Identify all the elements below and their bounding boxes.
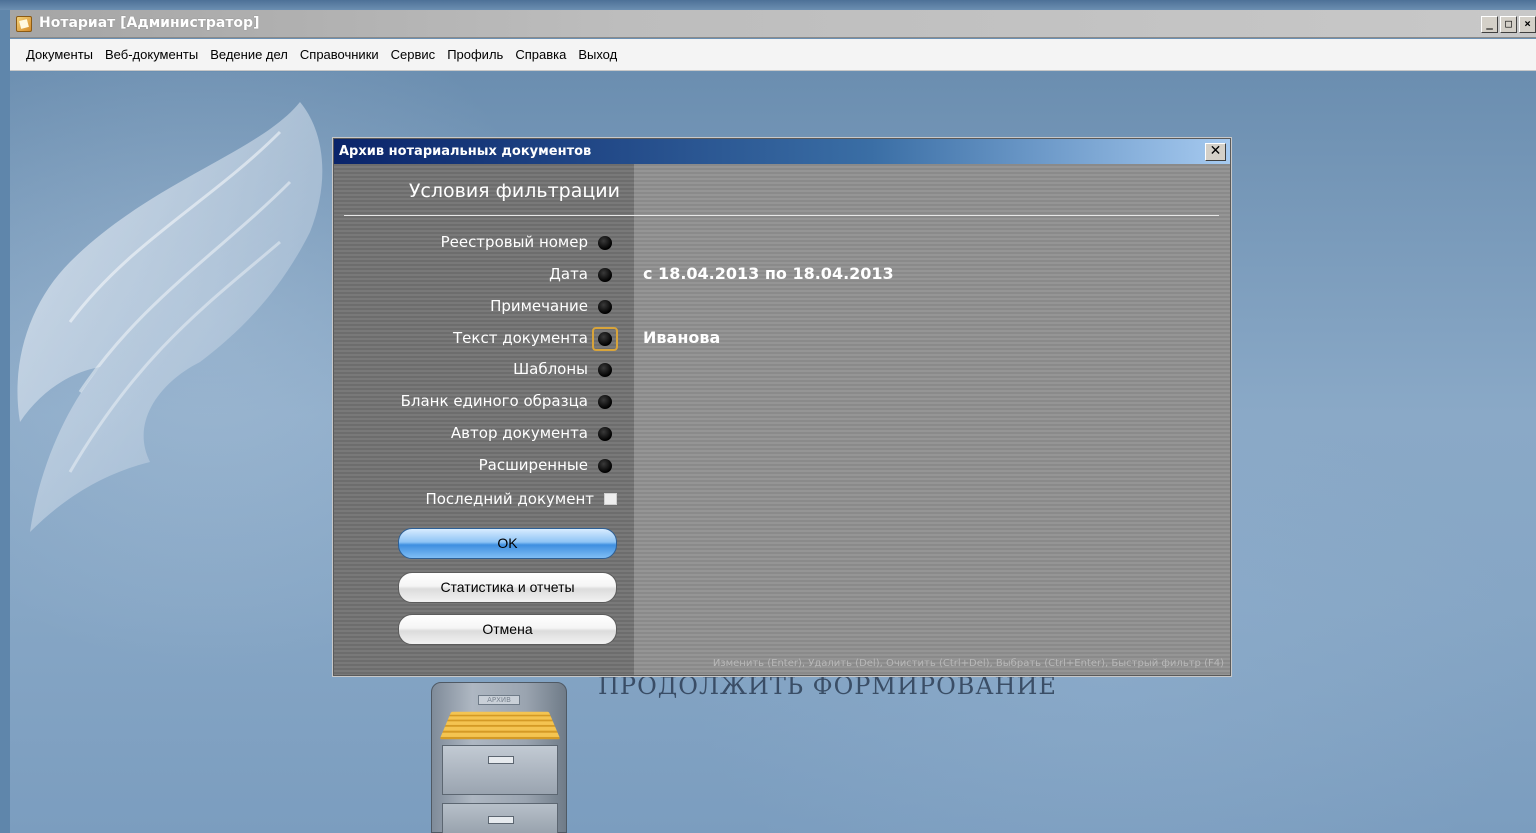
title-bar[interactable]: Нотариат [Администратор] _ □ × [10, 10, 1536, 38]
field-label: Реестровый номер [440, 233, 588, 251]
menu-web-documents[interactable]: Веб-документы [99, 44, 204, 66]
field-indicator-dot[interactable] [598, 427, 612, 441]
filter-row-templates[interactable]: Шаблоны [334, 357, 634, 383]
menu-profile[interactable]: Профиль [441, 44, 509, 66]
angel-wing-graphic [17, 102, 323, 532]
app-icon [16, 16, 32, 32]
window-controls: _ □ × [1481, 16, 1536, 34]
field-indicator-dot[interactable] [598, 236, 612, 250]
continue-caption[interactable]: ПРОДОЛЖИТЬ ФОРМИРОВАНИЕ [598, 672, 1057, 700]
cancel-button[interactable]: Отмена [398, 614, 617, 645]
filter-row-note[interactable]: Примечание [334, 294, 634, 320]
filter-heading: Условия фильтрации [408, 180, 620, 202]
dialog-title: Архив нотариальных документов [339, 144, 592, 159]
menu-case-management[interactable]: Ведение дел [204, 44, 294, 66]
field-label: Дата [549, 265, 588, 283]
last-document-checkbox[interactable] [604, 493, 617, 505]
filter-row-registry-number[interactable]: Реестровый номер [334, 230, 634, 256]
field-value[interactable]: с 18.04.2013 по 18.04.2013 [643, 264, 894, 283]
field-label: Примечание [490, 297, 588, 315]
field-label: Автор документа [450, 424, 588, 442]
dialog-body: Условия фильтрации Реестровый номер Дата… [334, 164, 1230, 675]
field-value[interactable]: Иванова [643, 328, 720, 347]
filter-row-uniform-form[interactable]: Бланк единого образца [334, 389, 634, 415]
heading-divider [344, 215, 1219, 216]
field-label: Шаблоны [513, 360, 588, 378]
field-indicator-dot-focused[interactable] [592, 327, 618, 351]
menu-bar: Документы Веб-документы Ведение дел Спра… [10, 39, 1536, 71]
field-label: Бланк единого образца [400, 392, 588, 410]
archive-cabinet-icon[interactable]: АРХИВ [431, 682, 567, 833]
cabinet-folders [439, 711, 561, 740]
close-button[interactable]: × [1519, 16, 1536, 33]
field-indicator-dot[interactable] [598, 459, 612, 473]
field-label: Последний документ [425, 490, 594, 508]
cabinet-label: АРХИВ [478, 695, 520, 705]
statistics-reports-button[interactable]: Статистика и отчеты [398, 572, 617, 603]
keyboard-hint: Изменить (Enter), Удалить (Del), Очистит… [712, 658, 1224, 669]
dialog-title-bar[interactable]: Архив нотариальных документов ✕ [334, 139, 1230, 164]
drawer-handle [488, 756, 514, 764]
app-title: Нотариат [Администратор] [39, 15, 260, 31]
cabinet-drawer-lower [442, 803, 558, 833]
filter-row-document-text[interactable]: Текст документа Иванова [334, 326, 720, 352]
ok-button[interactable]: OK [398, 528, 617, 559]
minimize-button[interactable]: _ [1481, 16, 1498, 33]
field-indicator-dot[interactable] [598, 363, 612, 377]
archive-dialog: Архив нотариальных документов ✕ Условия … [333, 138, 1231, 676]
field-label: Текст документа [453, 329, 588, 347]
maximize-button[interactable]: □ [1500, 16, 1517, 33]
menu-documents[interactable]: Документы [20, 44, 99, 66]
field-indicator-dot[interactable] [598, 300, 612, 314]
field-indicator-dot[interactable] [598, 268, 612, 282]
menu-service[interactable]: Сервис [385, 44, 442, 66]
field-label: Расширенные [478, 456, 588, 474]
menu-directories[interactable]: Справочники [294, 44, 385, 66]
menu-help[interactable]: Справка [509, 44, 572, 66]
filter-row-extended[interactable]: Расширенные [334, 453, 634, 479]
filter-row-document-author[interactable]: Автор документа [334, 421, 634, 447]
menu-exit[interactable]: Выход [572, 44, 623, 66]
drawer-handle-lower [488, 816, 514, 824]
field-indicator-dot[interactable] [598, 395, 612, 409]
cabinet-drawer [442, 745, 558, 795]
filter-row-date[interactable]: Дата с 18.04.2013 по 18.04.2013 [334, 262, 894, 288]
desktop-top-strip [0, 0, 1536, 10]
dialog-close-button[interactable]: ✕ [1205, 143, 1226, 161]
filter-row-last-document[interactable]: Последний документ [334, 487, 634, 513]
